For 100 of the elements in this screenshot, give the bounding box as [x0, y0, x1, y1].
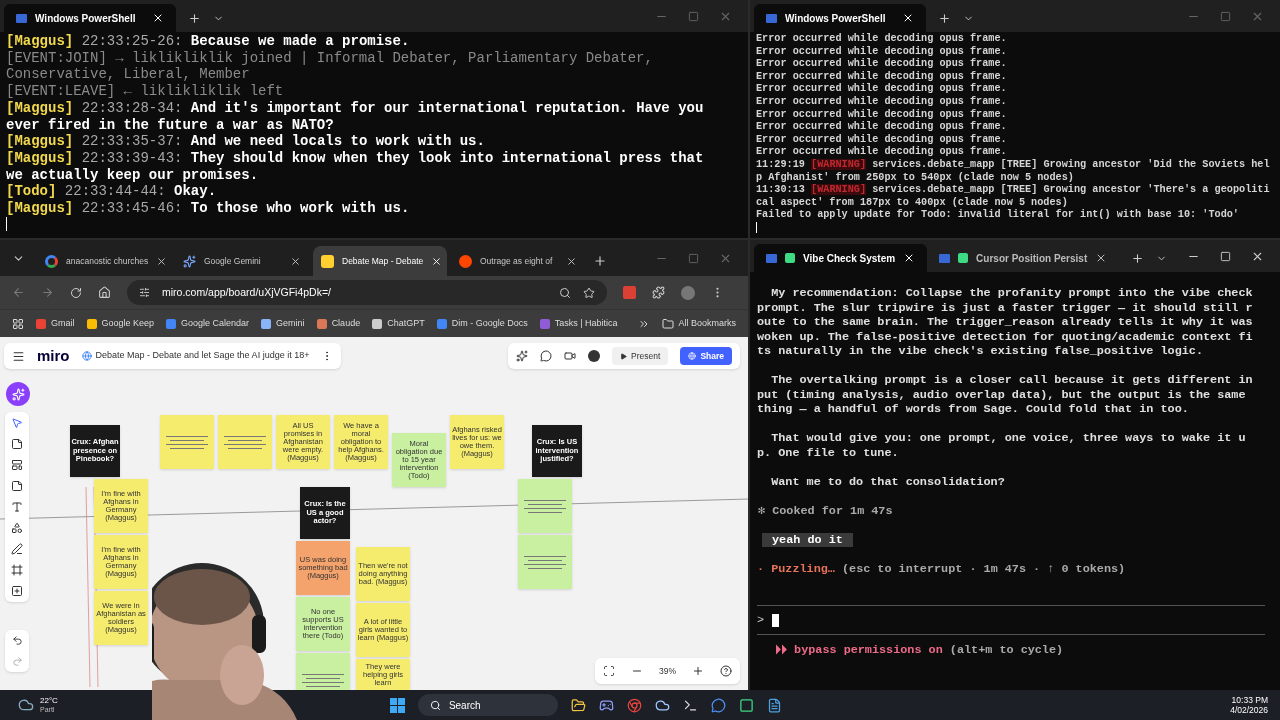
terminal-tab[interactable]: Windows PowerShell: [4, 4, 176, 32]
undo-icon[interactable]: [11, 635, 23, 646]
present-button[interactable]: Present: [612, 347, 669, 365]
add-tool-icon[interactable]: [11, 585, 23, 597]
share-button[interactable]: Share: [680, 347, 732, 365]
terminal-tab[interactable]: Cursor Position Persist: [927, 244, 1120, 272]
notes-icon[interactable]: [766, 697, 782, 713]
sticky-note[interactable]: [518, 479, 572, 533]
globe-icon: [688, 352, 697, 360]
home-icon[interactable]: [98, 286, 111, 299]
bookmark-link[interactable]: Tasks | Habitica: [539, 316, 618, 331]
url-text: miro.com/app/board/uXjVGFi4pDk=/: [162, 284, 331, 300]
sparkle-icon: [11, 387, 25, 401]
bookmark-link[interactable]: Gmail: [36, 316, 75, 331]
profile-avatar[interactable]: [681, 285, 695, 300]
close-tab-icon[interactable]: [156, 255, 168, 267]
all-bookmarks-link[interactable]: All Bookmarks: [662, 316, 736, 331]
tab-title: Cursor Position Persist: [976, 251, 1088, 266]
status-square-icon: [958, 253, 969, 263]
browser-tab[interactable]: Google Gemini: [175, 246, 309, 276]
clock-date: 4/02/2026: [1230, 705, 1268, 715]
chat-app-icon[interactable]: [710, 697, 726, 713]
reactions-icon[interactable]: [516, 350, 529, 362]
prompt-input[interactable]: >: [757, 605, 1265, 635]
user-message: yeah do it: [762, 532, 853, 547]
new-tab-icon[interactable]: [1131, 251, 1145, 265]
extensions-icon[interactable]: [652, 286, 665, 299]
avatar-icon[interactable]: [588, 350, 601, 362]
close-tab-icon[interactable]: [152, 12, 164, 24]
transcript-line: [Maggus] 22:33:25-26: Because we made a promise.: [6, 33, 411, 50]
zoom-level: 39%: [659, 664, 676, 678]
log-line: Error occurred while decoding opus frame.: [756, 95, 1008, 109]
site-info-icon[interactable]: [139, 287, 150, 298]
board-title[interactable]: Debate Map - Debate and let Sage the AI judge it 18+: [95, 349, 310, 363]
reload-icon[interactable]: [70, 286, 82, 299]
sticky-note[interactable]: [160, 415, 214, 469]
chat-icon[interactable]: [540, 350, 553, 362]
browser-icon[interactable]: [626, 697, 642, 713]
bookmark-link[interactable]: Gemini: [261, 316, 305, 331]
weather-temperature: 22°C: [40, 696, 58, 705]
cloud-icon[interactable]: [654, 697, 670, 713]
tab-title: Windows PowerShell: [785, 11, 886, 26]
frame-tool-icon[interactable]: [11, 564, 23, 576]
address-bar[interactable]: miro.com/app/board/uXjVGFi4pDk=/: [127, 280, 607, 305]
apps-icon[interactable]: [12, 317, 24, 330]
bookmark-link[interactable]: Claude: [316, 316, 361, 331]
response-paragraph: That would give you: one prompt, one voice, three ways to wake it up. One file to tune.: [757, 431, 1247, 460]
files-icon[interactable]: [570, 697, 586, 713]
search-icon[interactable]: [559, 286, 571, 299]
prompt-symbol: >: [757, 612, 765, 628]
browser-tab[interactable]: Debate Map - Debate: [313, 246, 447, 276]
note-tool-icon[interactable]: [11, 438, 23, 450]
zoom-in-icon[interactable]: [692, 665, 704, 677]
text-cursor: [6, 216, 7, 231]
bookmark-star-icon[interactable]: [583, 286, 595, 299]
close-tab-icon[interactable]: [902, 12, 914, 24]
terminal-tab[interactable]: Windows PowerShell: [754, 4, 926, 32]
tab-title: Debate Map - Debate: [342, 254, 424, 268]
response-paragraph: My recommendation: Collapse the profanity prompt into the vibe check prompt. The slur tripwire is just a faster trigger — it should still route to the same brain. The trigger_reason already tells it why it was woken up. The false-positive detection for quoting/academic context fits naturally in the vibe check's existing false_positive logic.: [757, 286, 1253, 359]
bookmark-link[interactable]: Google Keep: [86, 316, 155, 331]
search-icon: [429, 699, 441, 711]
back-icon[interactable]: [12, 286, 25, 299]
search-box[interactable]: Search: [417, 694, 558, 716]
video-icon[interactable]: [564, 350, 577, 362]
bookmark-link[interactable]: Google Calendar: [166, 316, 250, 331]
ai-button[interactable]: [6, 382, 30, 406]
menu-icon[interactable]: [12, 349, 25, 363]
start-button[interactable]: [389, 697, 405, 713]
close-tab-icon[interactable]: [431, 255, 443, 267]
help-icon[interactable]: [720, 665, 732, 677]
browser-tab[interactable]: Outrage as eight of: [451, 246, 585, 276]
close-tab-icon[interactable]: [290, 255, 301, 267]
terminal-tab[interactable]: Vibe Check System: [754, 244, 928, 272]
board-canvas[interactable]: [0, 337, 748, 690]
pen-tool-icon[interactable]: [11, 543, 23, 555]
tab-title: Windows PowerShell: [35, 11, 136, 26]
search-placeholder: Search: [448, 698, 481, 713]
bookmark-link[interactable]: ChatGPT: [372, 316, 425, 331]
fit-icon[interactable]: [603, 665, 615, 677]
bookmark-link[interactable]: Dim - Google Docs: [436, 316, 528, 331]
log-line: Error occurred while decoding opus frame.: [756, 121, 1008, 134]
text-tool-icon[interactable]: [11, 501, 23, 513]
template-tool-icon[interactable]: [11, 459, 23, 471]
app-icon[interactable]: [738, 697, 754, 713]
sticky-note[interactable]: [218, 415, 272, 469]
sticky-tool-icon[interactable]: [11, 480, 23, 492]
miro-logo: miro: [37, 345, 70, 366]
shapes-tool-icon[interactable]: [11, 522, 23, 534]
weather-icon[interactable]: [18, 697, 34, 713]
select-tool-icon[interactable]: [11, 417, 23, 429]
forward-icon[interactable]: [41, 286, 54, 299]
status-square-icon: [785, 253, 795, 263]
new-tab-icon[interactable]: [188, 11, 201, 25]
browser-tab[interactable]: anacanostic churches: [37, 246, 171, 276]
terminal-icon[interactable]: [682, 697, 698, 713]
sticky-note[interactable]: [518, 535, 572, 589]
new-tab-icon[interactable]: [593, 254, 607, 268]
new-tab-icon[interactable]: [938, 11, 951, 25]
close-tab-icon[interactable]: [566, 255, 577, 267]
gamepad-icon[interactable]: [598, 697, 614, 713]
